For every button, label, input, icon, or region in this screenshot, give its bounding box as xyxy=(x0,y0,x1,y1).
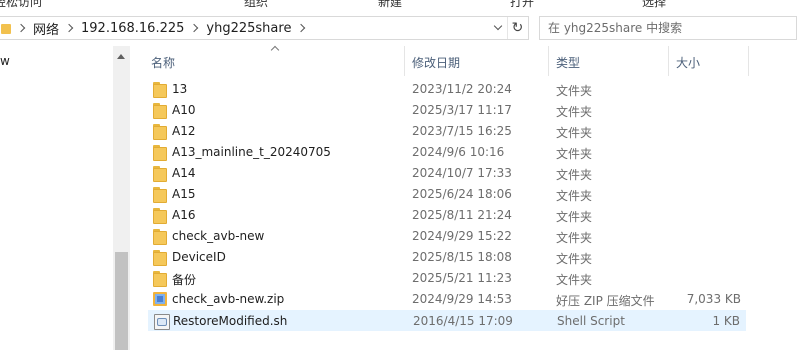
folder-icon xyxy=(153,271,169,287)
column-divider[interactable] xyxy=(668,46,669,76)
file-row[interactable]: A14 2024/10/7 17:33 文件夹 xyxy=(148,163,746,184)
file-type: 文件夹 xyxy=(556,231,593,245)
file-name: A14 xyxy=(172,166,196,180)
file-date: 2023/7/15 16:25 xyxy=(412,124,512,138)
file-date: 2025/8/11 21:24 xyxy=(412,208,512,222)
column-divider[interactable] xyxy=(404,46,405,76)
file-row[interactable]: check_avb-new 2024/9/29 15:22 文件夹 xyxy=(148,226,746,247)
folder-icon xyxy=(1,21,11,35)
file-name: check_avb-new xyxy=(172,229,265,243)
file-type: 文件夹 xyxy=(556,147,593,161)
zip-archive-icon xyxy=(153,292,169,306)
column-header-date[interactable]: 修改日期 xyxy=(412,54,460,71)
file-row[interactable]: A12 2023/7/15 16:25 文件夹 xyxy=(148,121,746,142)
file-date: 2024/9/6 10:16 xyxy=(412,145,505,159)
folder-icon xyxy=(153,166,169,182)
ribbon-strip: 轻松访问 组织 新建 打开 选择 xyxy=(0,0,797,12)
chevron-right-icon[interactable] xyxy=(65,23,75,33)
ribbon-item[interactable]: 新建 xyxy=(378,0,402,10)
chevron-right-icon[interactable] xyxy=(17,23,27,33)
file-name: 备份 xyxy=(172,273,197,287)
ribbon-item[interactable]: 打开 xyxy=(510,0,534,10)
breadcrumb-network[interactable]: 网络 xyxy=(33,19,59,38)
file-row[interactable]: A13_mainline_t_20240705 2024/9/6 10:16 文… xyxy=(148,142,746,163)
folder-icon xyxy=(153,124,169,140)
file-date: 2025/5/21 11:23 xyxy=(412,271,512,285)
folder-icon xyxy=(153,208,169,224)
folder-icon xyxy=(153,145,169,161)
file-size: 1 KB xyxy=(712,314,740,328)
file-date: 2024/9/29 15:22 xyxy=(412,229,512,243)
folder-icon xyxy=(153,229,169,245)
file-row[interactable]: A16 2025/8/11 21:24 文件夹 xyxy=(148,205,746,226)
refresh-icon[interactable]: ↻ xyxy=(507,17,527,39)
column-header-size[interactable]: 大小 xyxy=(676,54,700,71)
column-header-name[interactable]: 名称 xyxy=(151,54,175,71)
chevron-right-icon[interactable] xyxy=(190,23,200,33)
file-date: 2024/10/7 17:33 xyxy=(412,166,512,180)
file-date: 2024/9/29 14:53 xyxy=(412,292,512,306)
ribbon-item[interactable]: 轻松访问 xyxy=(0,0,42,10)
file-name: A16 xyxy=(172,208,196,222)
file-type: 文件夹 xyxy=(556,84,593,98)
file-type: 好压 ZIP 压缩文件 xyxy=(556,294,655,308)
file-row[interactable]: A10 2025/3/17 11:17 文件夹 xyxy=(148,100,746,121)
file-type: 文件夹 xyxy=(556,168,593,182)
chevron-down-icon[interactable] xyxy=(491,17,507,39)
column-header-type[interactable]: 类型 xyxy=(556,54,580,71)
file-type: 文件夹 xyxy=(556,105,593,119)
file-row[interactable]: DeviceID 2025/8/15 18:08 文件夹 xyxy=(148,247,746,268)
file-row-selected[interactable]: RestoreModified.sh 2016/4/15 17:09 Shell… xyxy=(148,310,746,331)
search-input[interactable] xyxy=(548,21,778,35)
chevron-right-icon[interactable] xyxy=(297,23,307,33)
column-headers: 名称 修改日期 类型 大小 xyxy=(146,46,797,76)
file-row[interactable]: A15 2025/6/24 18:06 文件夹 xyxy=(148,184,746,205)
sort-ascending-icon xyxy=(270,44,280,52)
navigation-pane: w xyxy=(0,46,130,350)
file-name: 13 xyxy=(172,82,188,96)
file-date: 2025/6/24 18:06 xyxy=(412,187,512,201)
breadcrumb-share[interactable]: yhg225share xyxy=(206,21,291,36)
file-date: 2023/11/2 20:24 xyxy=(412,82,512,96)
file-type: 文件夹 xyxy=(556,189,593,203)
folder-icon xyxy=(153,187,169,203)
file-name: A12 xyxy=(172,124,196,138)
folder-icon xyxy=(153,250,169,266)
file-name: check_avb-new.zip xyxy=(172,292,285,306)
shell-script-icon xyxy=(154,314,170,330)
column-divider[interactable] xyxy=(548,46,549,76)
file-type: 文件夹 xyxy=(556,273,593,287)
file-date: 2016/4/15 17:09 xyxy=(413,314,513,328)
address-row: 网络 192.168.16.225 yhg225share ↻ xyxy=(0,12,797,46)
nav-scrollbar[interactable] xyxy=(113,46,130,350)
file-type: 文件夹 xyxy=(556,252,593,266)
file-type: 文件夹 xyxy=(556,126,593,140)
ribbon-item[interactable]: 组织 xyxy=(244,0,268,10)
file-name: A15 xyxy=(172,187,196,201)
folder-icon xyxy=(153,103,169,119)
address-bar[interactable]: 网络 192.168.16.225 yhg225share ↻ xyxy=(0,16,529,40)
file-name: A10 xyxy=(172,103,196,117)
file-date: 2025/8/15 18:08 xyxy=(412,250,512,264)
breadcrumb-host[interactable]: 192.168.16.225 xyxy=(81,21,184,36)
file-size: 7,033 KB xyxy=(686,292,741,306)
file-name: RestoreModified.sh xyxy=(173,314,288,328)
scroll-up-arrow-icon[interactable] xyxy=(117,54,125,59)
search-box[interactable] xyxy=(539,16,797,40)
file-row[interactable]: check_avb-new.zip 2024/9/29 14:53 好压 ZIP… xyxy=(148,289,746,310)
folder-icon xyxy=(153,82,169,98)
file-type: 文件夹 xyxy=(556,210,593,224)
file-type: Shell Script xyxy=(557,314,625,328)
file-row[interactable]: 13 2023/11/2 20:24 文件夹 xyxy=(148,79,746,100)
file-row[interactable]: 备份 2025/5/21 11:23 文件夹 xyxy=(148,268,746,289)
file-name: A13_mainline_t_20240705 xyxy=(172,145,331,159)
ribbon-item[interactable]: 选择 xyxy=(642,0,666,10)
nav-item[interactable]: w xyxy=(0,54,10,68)
file-name: DeviceID xyxy=(172,250,226,264)
file-date: 2025/3/17 11:17 xyxy=(412,103,512,117)
scrollbar-thumb[interactable] xyxy=(115,252,128,350)
column-divider[interactable] xyxy=(748,46,749,76)
